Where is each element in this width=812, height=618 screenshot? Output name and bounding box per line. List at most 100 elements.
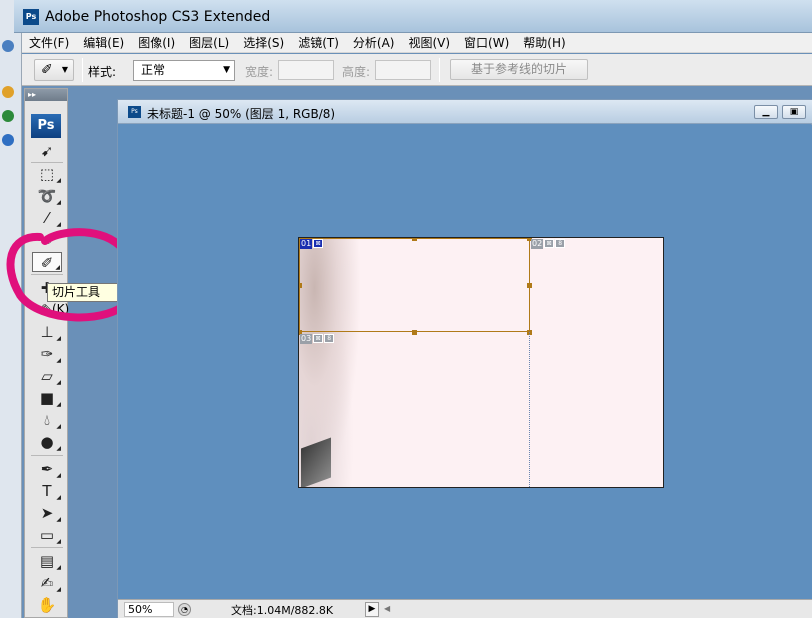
width-field[interactable] (278, 60, 334, 80)
maximize-icon: ▣ (789, 107, 799, 117)
path-selection-tool[interactable]: ➤ ◢ (32, 503, 62, 523)
menu-edit[interactable]: 编辑(E) (76, 33, 131, 52)
background-app-icon (2, 134, 14, 146)
rectangle-icon: ▭ (39, 526, 55, 544)
pen-icon: ✒ (40, 460, 54, 478)
eraser-icon: ▱ (41, 367, 53, 385)
menu-bar: 文件(F) 编辑(E) 图像(I) 图层(L) 选择(S) 滤镜(T) 分析(A… (22, 33, 812, 53)
menu-layer[interactable]: 图层(L) (182, 33, 236, 52)
app-titlebar[interactable]: Ps Adobe Photoshop CS3 Extended (14, 0, 812, 33)
eyedropper-tool[interactable]: ✍ ◢ (32, 573, 62, 593)
panel-grip[interactable]: ▸▸ (25, 89, 67, 101)
crop-icon: ⌗ (42, 231, 52, 249)
height-field[interactable] (375, 60, 431, 80)
slice-handle[interactable] (527, 283, 532, 288)
image-canvas[interactable]: 01 ⊠ 02 ⊠ 8 03 ⊠ 8 (298, 237, 664, 488)
scroll-left-icon[interactable]: ◀ (384, 604, 390, 613)
divider (82, 58, 83, 82)
background-app-icon (2, 110, 14, 122)
document-titlebar[interactable]: Ps 未标题-1 @ 50% (图层 1, RGB/8) ▁ ▣ (118, 100, 812, 124)
menu-analysis[interactable]: 分析(A) (346, 33, 402, 52)
status-bar: 50% ◔ 文档:1.04M/882.8K ▶ ◀ (118, 599, 812, 618)
notes-tool[interactable]: ▤ ◢ (32, 551, 62, 571)
selected-slice-01[interactable] (299, 238, 530, 332)
eyedropper-icon: ✍ (40, 574, 54, 592)
type-tool[interactable]: T ◢ (32, 481, 62, 501)
height-label: 高度: (342, 65, 371, 79)
lasso-icon: ➰ (37, 187, 57, 205)
background-app-icon (2, 86, 14, 98)
chevron-down-icon: ▼ (61, 65, 68, 74)
divider (31, 547, 63, 548)
app-title: Adobe Photoshop CS3 Extended (45, 9, 271, 25)
options-bar: ✐ ▼ 样式: 正常 ▼ 宽度: 高度: 基于参考线的切片 (22, 54, 812, 86)
slice-number: 03 (300, 334, 313, 344)
background-window-strip (0, 0, 22, 618)
document-size-info: 文档:1.04M/882.8K (231, 604, 334, 617)
marquee-icon: ⬚ (39, 165, 55, 183)
blur-tool[interactable]: 💧︎ ◢ (32, 410, 62, 430)
tool-preset-picker[interactable]: ✐ ▼ (34, 59, 74, 81)
magic-wand-tool[interactable]: ⁄ ◢ (32, 208, 62, 228)
menu-window[interactable]: 窗口(W) (457, 33, 516, 52)
slice-number: 02 (531, 239, 544, 249)
slice-number: 01 (300, 239, 313, 249)
slice-tag-03: 03 ⊠ 8 (300, 334, 335, 344)
menu-select[interactable]: 选择(S) (236, 33, 291, 52)
status-menu-button[interactable]: ▶ (365, 602, 379, 617)
slice-tool-tooltip: 切片工具 (K) (47, 283, 122, 316)
crop-tool[interactable]: ⌗ (32, 230, 62, 250)
slice-handle[interactable] (299, 283, 302, 288)
eraser-tool[interactable]: ▱ ◢ (32, 366, 62, 386)
menu-view[interactable]: 视图(V) (401, 33, 457, 52)
menu-image[interactable]: 图像(I) (131, 33, 182, 52)
arrow-pointer-icon: ➤ (40, 504, 54, 522)
document-ps-icon: Ps (128, 106, 141, 118)
link-icon: 8 (324, 334, 335, 343)
slice-tool-icon: ✐ (41, 62, 53, 78)
link-icon: 8 (555, 239, 566, 248)
menu-filter[interactable]: 滤镜(T) (291, 33, 346, 52)
maximize-button[interactable]: ▣ (782, 105, 806, 119)
photoshop-badge-icon[interactable]: Ps (31, 114, 61, 138)
stamp-tool[interactable]: ⊥ ◢ (32, 322, 62, 342)
document-title: 未标题-1 @ 50% (图层 1, RGB/8) (147, 107, 336, 121)
slice-tool[interactable]: ✐ ◢ (32, 252, 62, 272)
move-tool[interactable]: ➹ (32, 141, 62, 161)
gradient-icon: ■ (39, 389, 55, 407)
divider (439, 58, 440, 82)
type-icon: T (42, 482, 52, 500)
document-window: Ps 未标题-1 @ 50% (图层 1, RGB/8) ▁ ▣ 01 ⊠ 02 (117, 99, 812, 618)
menu-file[interactable]: 文件(F) (22, 33, 76, 52)
stamp-icon: ⊥ (40, 323, 54, 341)
history-brush-tool[interactable]: ✑ ◢ (32, 344, 62, 364)
image-slice-icon: ⊠ (313, 239, 324, 248)
style-select[interactable]: 正常 ▼ (133, 60, 235, 81)
lasso-tool[interactable]: ➰ ◢ (32, 186, 62, 206)
slices-from-guides-button[interactable]: 基于参考线的切片 (450, 59, 588, 80)
zoom-icon[interactable]: ◔ (178, 603, 191, 616)
tools-panel: ▸▸ Ps ➹ ⬚◢ ➰◢ ⁄◢ ⌗ ✐◢ ✚◢ ✎◢ ⊥◢ ✑◢ ▱◢ ■◢ … (24, 88, 68, 618)
chevron-down-icon: ▼ (223, 65, 230, 75)
divider (31, 455, 63, 456)
dodge-tool[interactable]: ● ◢ (32, 432, 62, 452)
magic-wand-icon: ⁄ (45, 209, 49, 227)
minimize-button[interactable]: ▁ (754, 105, 778, 119)
slice-knife-icon: ✐ (40, 254, 54, 272)
photoshop-logo-icon: Ps (23, 9, 39, 25)
note-icon: ▤ (39, 552, 55, 570)
slice-handle[interactable] (412, 330, 417, 335)
slice-handle[interactable] (412, 238, 417, 241)
zoom-field[interactable]: 50% (124, 602, 174, 617)
menu-help[interactable]: 帮助(H) (516, 33, 572, 52)
width-label: 宽度: (245, 65, 274, 79)
gradient-tool[interactable]: ■ ◢ (32, 388, 62, 408)
hand-tool[interactable]: ✋ (32, 595, 62, 615)
style-value: 正常 (141, 63, 166, 77)
marquee-tool[interactable]: ⬚ ◢ (32, 164, 62, 184)
pen-tool[interactable]: ✒ ◢ (32, 459, 62, 479)
divider (31, 274, 63, 275)
shape-tool[interactable]: ▭ ◢ (32, 525, 62, 545)
image-slice-icon: ⊠ (313, 334, 324, 343)
document-workspace[interactable]: 01 ⊠ 02 ⊠ 8 03 ⊠ 8 (124, 125, 812, 599)
